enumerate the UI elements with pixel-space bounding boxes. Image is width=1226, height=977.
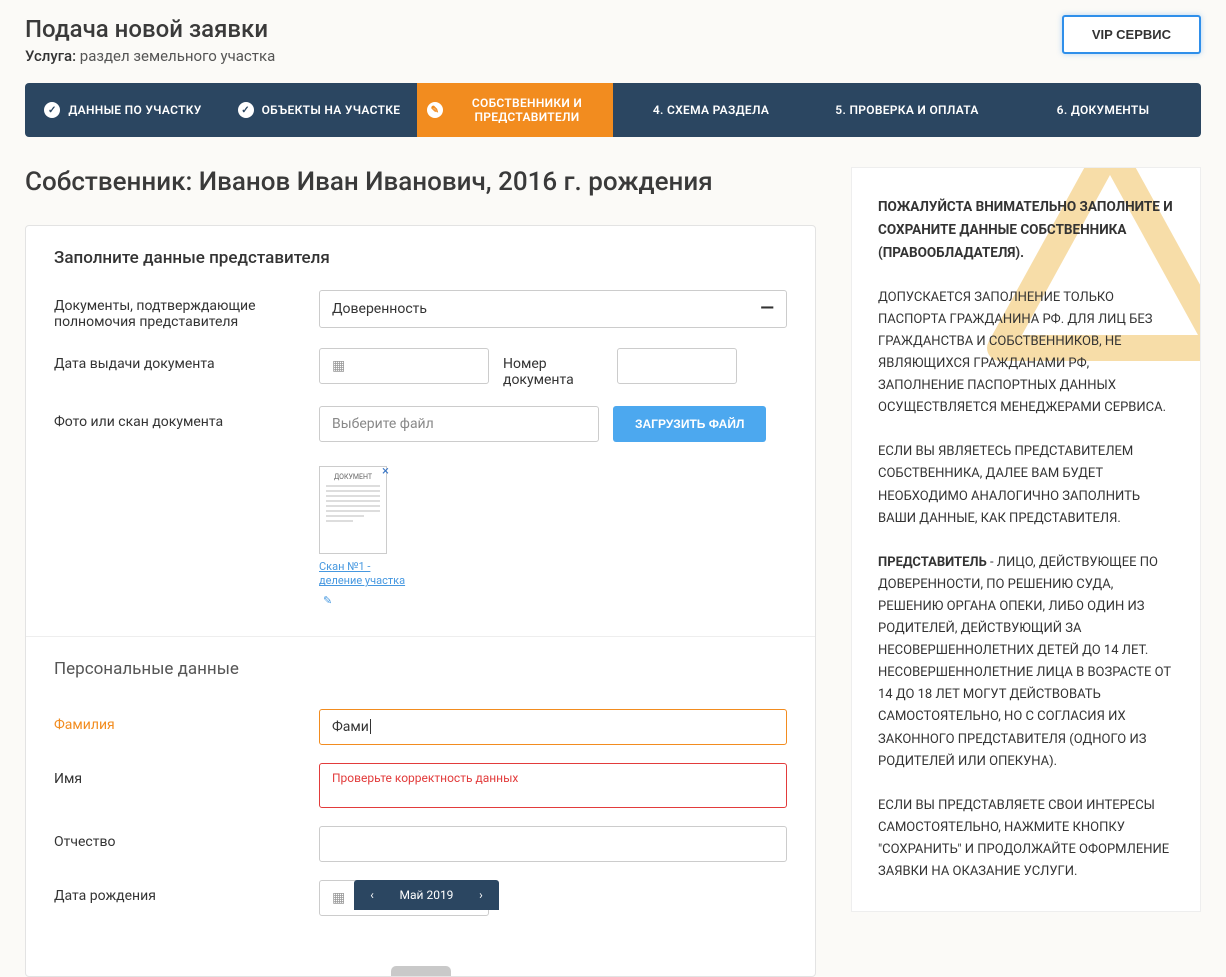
owner-heading: Собственник: Иванов Иван Иванович, 2016 … <box>25 167 816 197</box>
upload-file-button[interactable]: ЗАГРУЗИТЬ ФАЙЛ <box>613 406 766 442</box>
check-icon: ✓ <box>238 102 254 118</box>
surname-input[interactable]: Фами <box>319 709 787 745</box>
datepicker-header: ‹ Май 2019 › <box>354 880 499 910</box>
step-documents[interactable]: 6. ДОКУМЕНТЫ <box>1005 83 1201 137</box>
doc-type-select[interactable]: Доверенность — <box>319 290 787 328</box>
doc-number-input[interactable] <box>617 348 737 384</box>
scroll-indicator <box>391 966 451 976</box>
check-icon: ✓ <box>44 102 60 118</box>
patronymic-input[interactable] <box>319 826 787 862</box>
sidebar-p4: ПРЕДСТАВИТЕЛЬ - ЛИЦО, ДЕЙСТВУЮЩЕЕ ПО ДОВ… <box>878 552 1174 773</box>
personal-section-title: Персональные данные <box>54 659 787 679</box>
close-icon[interactable]: × <box>382 464 389 479</box>
calendar-icon: ▦ <box>332 358 345 374</box>
document-thumbnail[interactable]: × ДОКУМЕНТ <box>319 466 387 554</box>
datepicker-prev-button[interactable]: ‹ <box>362 888 382 902</box>
minus-icon: — <box>760 300 774 318</box>
vip-service-button[interactable]: VIP СЕРВИС <box>1062 15 1201 54</box>
thumbnail-caption-link[interactable]: Скан №1 - деление участка <box>319 560 409 589</box>
rep-section-title: Заполните данные представителя <box>54 248 787 268</box>
doc-number-label: Номер документа <box>503 348 603 388</box>
page-subtitle: Услуга: раздел земельного участка <box>25 47 275 65</box>
form-card: Заполните данные представителя Документы… <box>25 225 816 977</box>
name-input[interactable]: Проверьте корректность данных <box>319 763 787 808</box>
issue-date-input[interactable]: ▦ <box>319 348 489 384</box>
step-objects[interactable]: ✓ ОБЪЕКТЫ НА УЧАСТКЕ <box>221 83 417 137</box>
name-error-text: Проверьте корректность данных <box>332 771 518 785</box>
issue-date-label: Дата выдачи документа <box>54 348 299 372</box>
patronymic-label: Отчество <box>54 826 299 850</box>
datepicker-month-label[interactable]: Май 2019 <box>400 888 454 902</box>
sidebar-p2: ДОПУСКАЕТСЯ ЗАПОЛНЕНИЕ ТОЛЬКО ПАСПОРТА Г… <box>878 287 1174 420</box>
sidebar-p3: ЕСЛИ ВЫ ЯВЛЯЕТЕСЬ ПРЕДСТАВИТЕЛЕМ СОБСТВЕ… <box>878 441 1174 529</box>
calendar-icon: ▦ <box>332 890 345 906</box>
step-land-data[interactable]: ✓ ДАННЫЕ ПО УЧАСТКУ <box>25 83 221 137</box>
sidebar-p5: ЕСЛИ ВЫ ПРЕДСТАВЛЯЕТЕ СВОИ ИНТЕРЕСЫ САМО… <box>878 795 1174 883</box>
edit-icon[interactable]: ✎ <box>323 594 332 607</box>
info-sidebar: ПОЖАЛУЙСТА ВНИМАТЕЛЬНО ЗАПОЛНИТЕ И СОХРА… <box>851 167 1201 912</box>
file-select-input[interactable]: Выберите файл <box>319 406 599 442</box>
name-label: Имя <box>54 763 299 787</box>
datepicker-next-button[interactable]: › <box>471 888 491 902</box>
sidebar-lead: ПОЖАЛУЙСТА ВНИМАТЕЛЬНО ЗАПОЛНИТЕ И СОХРА… <box>878 196 1174 265</box>
dob-label: Дата рождения <box>54 880 299 904</box>
stepper: ✓ ДАННЫЕ ПО УЧАСТКУ ✓ ОБЪЕКТЫ НА УЧАСТКЕ… <box>25 83 1201 137</box>
step-payment[interactable]: 5. ПРОВЕРКА И ОПЛАТА <box>809 83 1005 137</box>
page-title: Подача новой заявки <box>25 15 275 43</box>
scan-label: Фото или скан документа <box>54 406 299 430</box>
step-scheme[interactable]: 4. СХЕМА РАЗДЕЛА <box>613 83 809 137</box>
edit-icon: ✎ <box>427 102 443 118</box>
doc-type-label: Документы, подтверждающие полномочия пре… <box>54 290 299 330</box>
step-owners[interactable]: ✎ СОБСТВЕННИКИ И ПРЕДСТАВИТЕЛИ <box>417 83 613 137</box>
surname-label: Фамилия <box>54 709 299 733</box>
